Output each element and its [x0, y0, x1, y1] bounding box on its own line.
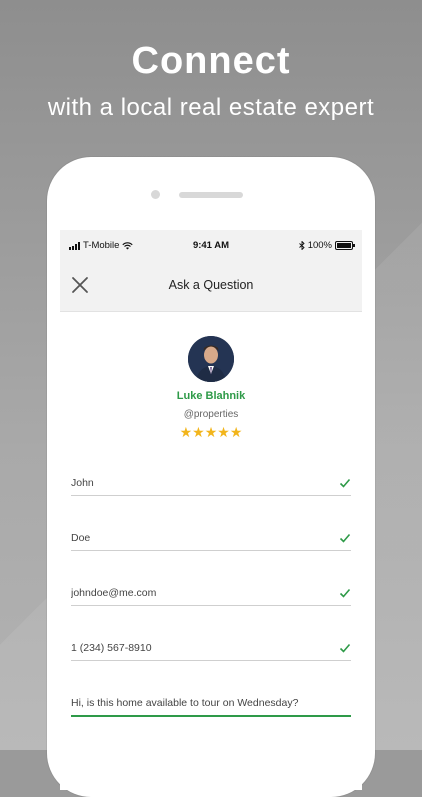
first-name-field[interactable]	[71, 473, 351, 496]
last-name-input[interactable]	[71, 532, 321, 544]
page-title: Ask a Question	[168, 278, 254, 292]
first-name-input[interactable]	[71, 477, 321, 489]
avatar	[188, 336, 234, 382]
marketing-subline: with a local real estate expert	[47, 94, 375, 121]
check-icon	[339, 533, 351, 543]
agent-photo	[188, 336, 234, 382]
phone-input[interactable]	[71, 642, 321, 654]
rating-stars: ★★★★★	[179, 424, 243, 440]
check-icon	[339, 643, 351, 653]
message-field[interactable]	[71, 693, 351, 717]
status-bar: T-Mobile 9:41 AM 100%	[60, 230, 362, 260]
message-input[interactable]	[71, 697, 349, 709]
phone-field[interactable]	[71, 638, 351, 661]
email-field[interactable]	[71, 583, 351, 606]
phone-speaker	[179, 192, 243, 198]
check-icon	[339, 588, 351, 598]
battery-label: 100%	[307, 240, 332, 251]
agent-name[interactable]: Luke Blahnik	[60, 390, 362, 402]
marketing-headline: Connect	[131, 40, 291, 82]
email-input[interactable]	[71, 587, 321, 599]
check-icon	[339, 478, 351, 488]
last-name-field[interactable]	[71, 528, 351, 551]
nav-bar: Ask a Question	[60, 260, 362, 312]
status-right: 100%	[298, 240, 355, 251]
agent-handle: @properties	[183, 409, 239, 420]
phone-screen: T-Mobile 9:41 AM 100% Ask a Question Luk…	[60, 230, 362, 790]
battery-icon	[335, 241, 355, 250]
agent-card: Luke Blahnik @properties ★★★★★	[60, 336, 362, 441]
bluetooth-icon	[298, 241, 305, 250]
phone-camera	[151, 190, 160, 199]
phone-frame: T-Mobile 9:41 AM 100% Ask a Question Luk…	[47, 157, 375, 797]
